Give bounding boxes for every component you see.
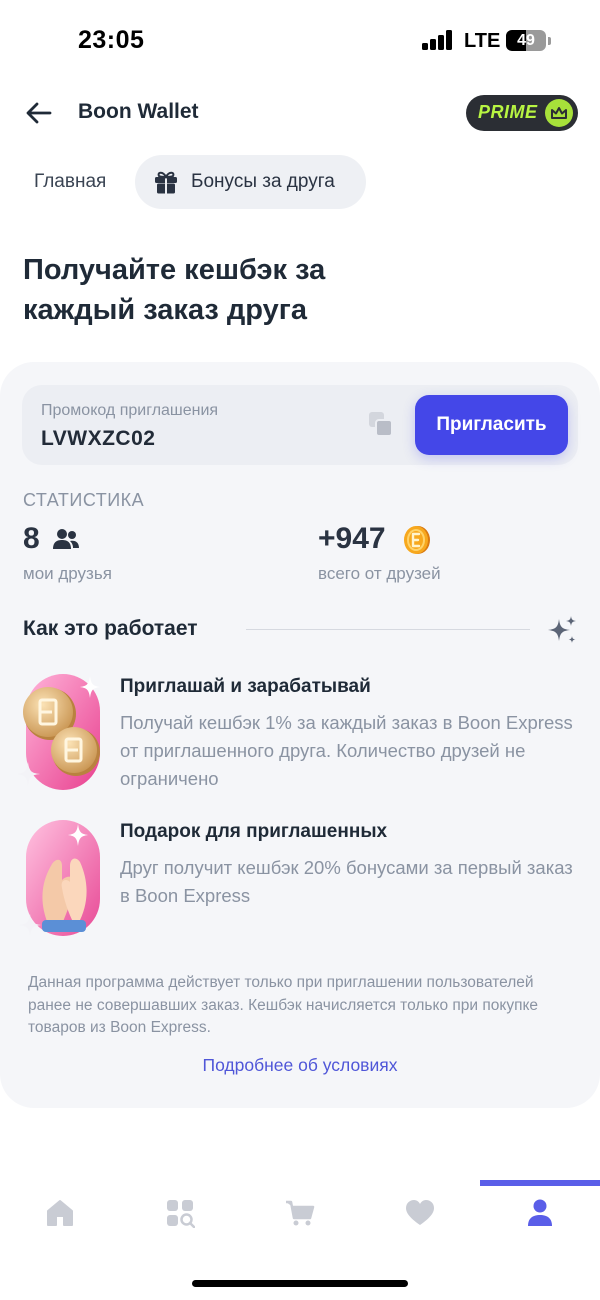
- cart-icon: [286, 1200, 315, 1226]
- battery-level: 49: [517, 32, 535, 49]
- people-icon: [53, 529, 79, 549]
- disclaimer: Данная программа действует только при пр…: [28, 974, 539, 1036]
- nav-profile[interactable]: [480, 1180, 600, 1250]
- gift-icon: [155, 171, 177, 194]
- referral-card: Промокод приглашения LVWXZC02 Пригласить…: [0, 362, 600, 1108]
- nav-home[interactable]: [0, 1180, 120, 1250]
- battery-icon: 49: [506, 30, 546, 51]
- coins-illustration: [18, 674, 100, 790]
- how-it-works-title: Как это работает: [23, 617, 198, 640]
- friends-label: мои друзья: [23, 564, 112, 583]
- page-headline: Получайте кешбэк за каждый заказ друга: [23, 254, 326, 326]
- nav-catalog[interactable]: [120, 1180, 240, 1250]
- promo-label: Промокод приглашения: [41, 402, 219, 419]
- divider: [246, 629, 530, 630]
- home-indicator: [192, 1280, 408, 1287]
- promo-code-box: Промокод приглашения LVWXZC02 Пригласить: [22, 385, 578, 465]
- bottom-nav: [0, 1180, 600, 1250]
- nav-favorites[interactable]: [360, 1180, 480, 1250]
- prime-badge[interactable]: PRIME: [466, 95, 578, 131]
- feature-desc-invite: Получай кешбэк 1% за каждый заказ в Boon…: [120, 712, 573, 789]
- header-title: Boon Wallet: [78, 100, 199, 123]
- feature-title-gift: Подарок для приглашенных: [120, 821, 388, 842]
- bonus-amount: +947: [318, 522, 386, 555]
- bonus-coin-icon: [404, 526, 430, 554]
- promo-code[interactable]: LVWXZC02: [41, 427, 155, 451]
- terms-details-link[interactable]: Подробнее об условиях: [0, 1055, 600, 1076]
- tab-friend-bonuses-label: Бонусы за друга: [191, 171, 335, 192]
- high-five-illustration: [19, 820, 100, 936]
- status-bar: 23:05 LTE 49: [0, 0, 600, 82]
- friends-count: 8: [23, 522, 40, 555]
- battery-tip: [548, 37, 551, 45]
- copy-icon[interactable]: [368, 411, 394, 439]
- nav-cart[interactable]: [240, 1180, 360, 1250]
- back-arrow-icon[interactable]: [24, 98, 54, 128]
- prime-label: PRIME: [478, 102, 538, 122]
- home-icon: [47, 1200, 73, 1226]
- profile-icon: [528, 1199, 552, 1226]
- feature-desc-gift: Друг получит кешбэк 20% бонусами за перв…: [120, 857, 573, 906]
- invite-button[interactable]: Пригласить: [415, 395, 568, 455]
- network-label: LTE: [464, 30, 501, 52]
- tab-friend-bonuses[interactable]: Бонусы за друга: [135, 155, 366, 209]
- catalog-search-icon: [167, 1200, 195, 1228]
- tab-home[interactable]: Главная: [34, 155, 106, 209]
- status-time: 23:05: [78, 26, 145, 54]
- heart-icon: [406, 1200, 434, 1225]
- sparkle-icon: [548, 616, 576, 643]
- crown-icon: [545, 99, 573, 127]
- feature-title-invite: Приглашай и зарабатывай: [120, 676, 371, 697]
- stats-title: СТАТИСТИКА: [23, 490, 145, 510]
- bonus-label: всего от друзей: [318, 564, 441, 583]
- signal-icon: [422, 30, 454, 50]
